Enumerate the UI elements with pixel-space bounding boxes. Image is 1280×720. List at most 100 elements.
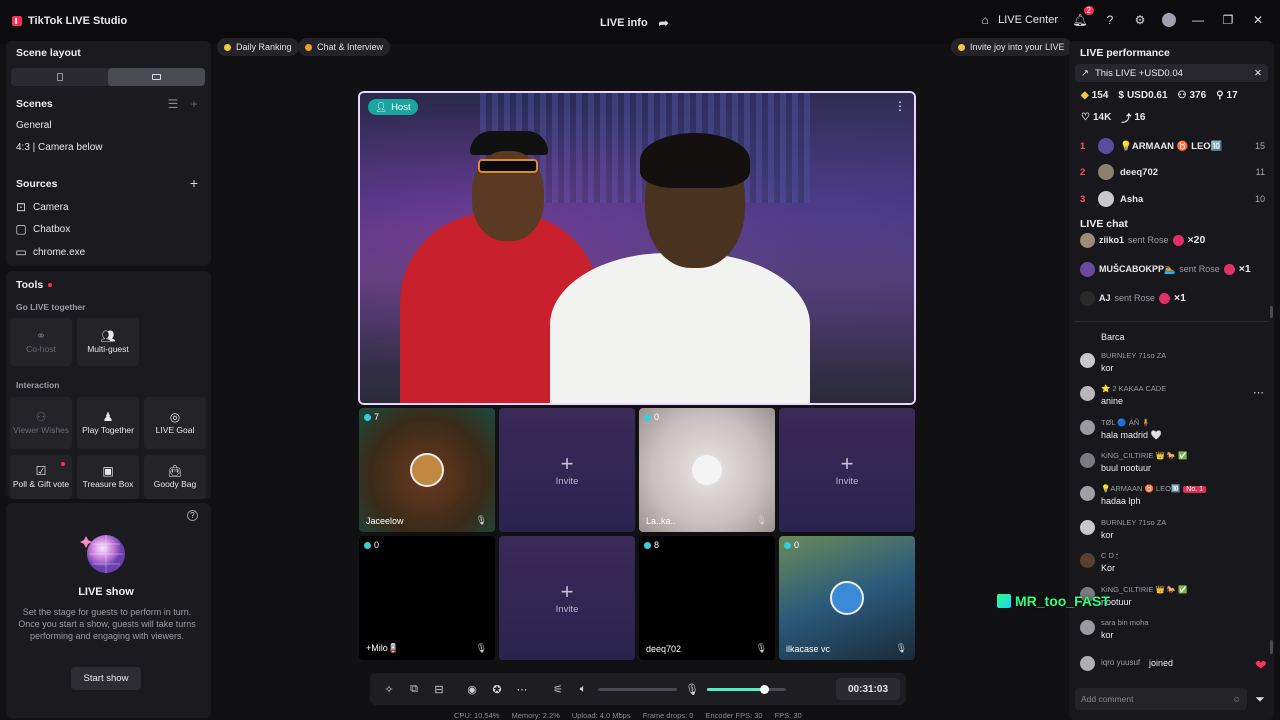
scene-list-icon[interactable]: ☰ <box>165 96 181 112</box>
speaker-icon[interactable]: 🔈︎ <box>575 681 591 697</box>
scenes-title: Scenes <box>16 98 53 110</box>
invite-slot-2[interactable]: + Invite <box>779 408 915 532</box>
mixer-icon[interactable]: ⚟ <box>550 681 566 697</box>
chat-join: iqro yuusuf joined <box>1080 656 1265 674</box>
heart-icon[interactable]: ❤ <box>1255 657 1269 673</box>
multiguest-label: Multi-guest <box>87 343 129 354</box>
watermark-text: MR_too_FAST <box>1015 593 1110 609</box>
ranking-row-3[interactable]: 3 Asha 10 <box>1080 189 1265 209</box>
source-camera[interactable]: ⊡ Camera <box>16 199 69 215</box>
notification-bell-icon[interactable]: 🔔︎ 2 <box>1072 6 1094 28</box>
maximize-icon[interactable]: ❐ <box>1220 12 1236 28</box>
screen-icon[interactable]: ⊟ <box>431 681 447 697</box>
guest-slot-4[interactable]: 8 deeq702 🎙︎ <box>639 536 775 660</box>
daily-ranking-chip[interactable]: Daily Ranking <box>217 38 299 56</box>
chat-comment[interactable]: TØL 🔵 ÀÑ 🧍 hala madrid 🤍 <box>1080 418 1265 444</box>
live-info[interactable]: LIVE info ➦ <box>600 15 672 31</box>
start-show-button[interactable]: Start show <box>71 667 141 690</box>
emoji-icon[interactable]: ☺ <box>1232 694 1241 704</box>
mic-icon[interactable]: 🎙︎ <box>476 515 487 526</box>
volume-slider[interactable] <box>598 688 677 691</box>
chat-scrollbar[interactable] <box>1270 640 1273 654</box>
invite-slot-1[interactable]: + Invite <box>499 408 635 532</box>
add-source-icon[interactable]: + <box>186 175 202 191</box>
viewer-wishes-button[interactable]: ⚇ Viewer Wishes <box>10 397 72 449</box>
join-text: joined <box>1149 658 1174 668</box>
cohost-button[interactable]: ⚭ Co-host <box>10 318 72 366</box>
chat-comment[interactable]: ⭐ 2 KAKAA CADE anine ⋯ <box>1080 384 1270 410</box>
chat-comment[interactable]: BURNLEY 71so ZA kor <box>1080 518 1265 544</box>
chat-comment[interactable]: KiNG_CILTIRIE 👑 🐎 ✅ buul nootuur <box>1080 451 1265 477</box>
treasure-box-button[interactable]: ▣ Treasure Box <box>77 455 139 499</box>
gem-icon <box>784 541 791 549</box>
share-icon[interactable]: ➦ <box>656 15 672 31</box>
guest-slot-1[interactable]: 7 Jaceelow 🎙︎ <box>359 408 495 532</box>
mic-slider-knob[interactable] <box>759 685 769 694</box>
source-chrome[interactable]: ▭ chrome.exe <box>15 244 86 260</box>
profile-avatar[interactable] <box>1162 13 1176 27</box>
help-icon[interactable]: ? <box>1102 12 1118 28</box>
chat-comment[interactable]: 💡ARMAAN ♉ LEO🔟 No. 1 hadaa lph <box>1080 484 1265 510</box>
filter-icon[interactable]: ⏷ <box>1252 691 1268 707</box>
microphone-icon[interactable]: 🎙︎ <box>684 681 700 697</box>
chat-comment[interactable]: BURNLEY 71so ZA kor <box>1080 351 1265 377</box>
chat-interview-chip[interactable]: Chat & Interview <box>298 38 391 56</box>
more-options-icon[interactable]: ⋮ <box>894 99 906 113</box>
disco-ball-icon <box>80 530 130 576</box>
play-together-button[interactable]: ♟ Play Together <box>77 397 139 449</box>
add-comment-input[interactable]: Add comment ☺ <box>1075 688 1247 710</box>
mic-slider[interactable] <box>707 685 786 694</box>
layout-landscape-button[interactable] <box>108 68 205 86</box>
mic-icon[interactable]: 🎙︎ <box>896 643 907 654</box>
invite-slot-3[interactable]: + Invite <box>499 536 635 660</box>
this-live-bar[interactable]: ↗ This LIVE +USD0.04 ✕ <box>1075 64 1268 82</box>
comment-user: sara bin moha <box>1101 618 1149 627</box>
add-scene-icon[interactable]: + <box>186 96 202 112</box>
close-icon[interactable]: ✕ <box>1250 12 1266 28</box>
chat-comment[interactable]: Barca <box>1080 320 1265 346</box>
guest-slot-5[interactable]: 0 ilkacase vc 🎙︎ <box>779 536 915 660</box>
gift-scrollbar[interactable] <box>1270 306 1273 318</box>
magic-wand-icon[interactable]: ✧ <box>381 681 397 697</box>
settings-gear-icon[interactable]: ⚙ <box>1132 12 1148 28</box>
minimize-icon[interactable]: — <box>1190 12 1206 28</box>
guest-slot-3[interactable]: 0 +Milo🪫 🎙︎ <box>359 536 495 660</box>
record-icon[interactable]: ◉ <box>464 681 480 697</box>
host-video[interactable]: 👤︎ Host ⋮ <box>358 91 916 405</box>
live-center-button[interactable]: ⌂ LIVE Center <box>977 12 1058 28</box>
rank-avatar <box>1098 191 1114 207</box>
guest-slot-2[interactable]: 0 La..ka.. 🎙︎ <box>639 408 775 532</box>
goody-bag-button[interactable]: 👜︎ Goody Bag <box>144 455 206 499</box>
ranking-row-2[interactable]: 2 deeq702 11 <box>1080 162 1265 182</box>
mic-icon[interactable]: 🎙︎ <box>476 643 487 654</box>
guest-count-value: 0 <box>794 540 800 550</box>
memory-stat: Memory: 2.2% <box>511 711 560 720</box>
chat-comment[interactable]: sara bin moha kor <box>1080 618 1265 644</box>
comment-user: BURNLEY 71so ZA <box>1101 351 1167 360</box>
layers-icon[interactable]: ⧉ <box>406 681 422 697</box>
invite-joy-chip[interactable]: Invite joy into your LIVE <box>951 38 1072 56</box>
source-chrome-label: chrome.exe <box>33 246 86 258</box>
source-chatbox[interactable]: ▢ Chatbox <box>15 221 70 237</box>
mic-icon[interactable]: 🎙︎ <box>756 515 767 526</box>
comment-more-icon[interactable]: ⋯ <box>1253 386 1264 399</box>
watermark: MR_too_FAST <box>997 593 1110 609</box>
mic-icon[interactable]: 🎙︎ <box>756 643 767 654</box>
effects-icon[interactable]: ✪ <box>489 681 505 697</box>
help-icon[interactable]: ? <box>187 510 198 521</box>
guest-count: 0 <box>364 540 379 550</box>
live-center-label: LIVE Center <box>998 14 1058 26</box>
comment-user: BURNLEY 71so ZA <box>1101 518 1167 527</box>
window-icon: ▭ <box>15 245 27 259</box>
more-icon[interactable]: ⋯ <box>514 681 530 697</box>
scene-camera-below[interactable]: 4:3 | Camera below <box>16 142 103 153</box>
chat-comment[interactable]: C D 🕯 Kor <box>1080 551 1265 577</box>
layout-portrait-button[interactable] <box>11 68 108 86</box>
multiguest-button[interactable]: 👥︎ Multi-guest <box>77 318 139 366</box>
wishes-icon: ⚇ <box>35 409 47 424</box>
scene-general[interactable]: General <box>16 120 52 131</box>
close-icon[interactable]: ✕ <box>1254 68 1262 79</box>
comment-user-name: 💡ARMAAN ♉ LEO🔟 <box>1101 484 1181 493</box>
live-goal-button[interactable]: ◎ LIVE Goal <box>144 397 206 449</box>
ranking-row-1[interactable]: 1 💡ARMAAN ♉ LEO🔟 15 <box>1080 136 1265 156</box>
